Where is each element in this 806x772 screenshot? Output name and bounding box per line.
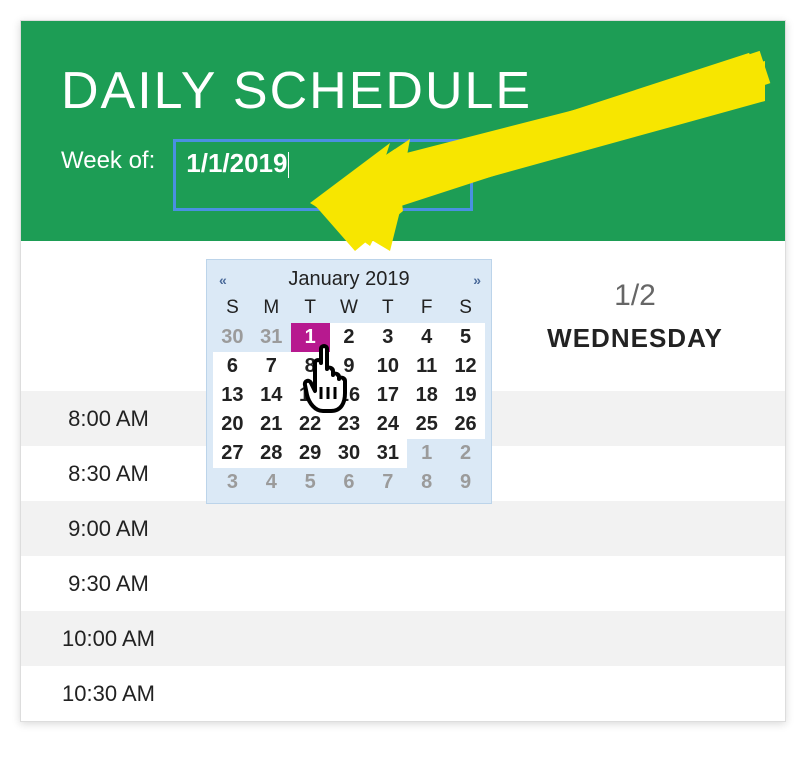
calendar-day-cell[interactable]: 26 [446, 410, 485, 439]
time-label: 8:00 AM [21, 406, 196, 432]
calendar-day-cell[interactable]: 27 [213, 439, 252, 468]
calendar-day-cell[interactable]: 9 [446, 468, 485, 497]
schedule-frame: DAILY SCHEDULE Week of: 1/1/2019 [20, 20, 786, 722]
calendar-day-cell[interactable]: 14 [252, 381, 291, 410]
time-label: 9:00 AM [21, 516, 196, 542]
time-cell[interactable] [485, 666, 785, 721]
calendar-day-cell[interactable]: 2 [330, 323, 369, 352]
right-column-header: 1/2 WEDNESDAY [485, 241, 785, 391]
time-column-header [21, 241, 196, 391]
calendar-day-cell[interactable]: 8 [291, 352, 330, 381]
calendar-day-cell[interactable]: 6 [213, 352, 252, 381]
column-date: 1/2 [485, 279, 785, 313]
calendar-day-cell[interactable]: 12 [446, 352, 485, 381]
calendar-dow-cell: T [368, 295, 407, 323]
date-picker-popup[interactable]: « January 2019 » SMTWTFS 303112345678910… [206, 259, 492, 504]
calendar-dow-cell: F [407, 295, 446, 323]
time-label: 8:30 AM [21, 461, 196, 487]
calendar-prev-button[interactable]: « [219, 272, 225, 288]
calendar-day-cell[interactable]: 11 [407, 352, 446, 381]
calendar-days-grid: 3031123456789101112131415161718192021222… [213, 323, 485, 497]
calendar-day-cell[interactable]: 24 [368, 410, 407, 439]
header: DAILY SCHEDULE Week of: 1/1/2019 [21, 21, 785, 241]
calendar-day-cell[interactable]: 22 [291, 410, 330, 439]
time-cell[interactable] [196, 501, 485, 556]
time-label: 9:30 AM [21, 571, 196, 597]
calendar-day-cell[interactable]: 10 [368, 352, 407, 381]
calendar-day-cell[interactable]: 30 [330, 439, 369, 468]
calendar-day-cell[interactable]: 19 [446, 381, 485, 410]
time-cell[interactable] [196, 556, 485, 611]
calendar-day-cell[interactable]: 2 [446, 439, 485, 468]
calendar-dow-cell: S [446, 295, 485, 323]
page-title: DAILY SCHEDULE [61, 61, 755, 121]
time-label: 10:00 AM [21, 626, 196, 652]
calendar-day-cell[interactable]: 30 [213, 323, 252, 352]
calendar-day-cell[interactable]: 16 [330, 381, 369, 410]
calendar-day-cell[interactable]: 7 [252, 352, 291, 381]
time-row: 10:30 AM [21, 666, 785, 721]
calendar-day-cell[interactable]: 31 [252, 323, 291, 352]
calendar-day-cell[interactable]: 1 [291, 323, 330, 352]
weekof-label: Week of: [61, 139, 155, 175]
calendar-dow-cell: M [252, 295, 291, 323]
calendar-day-cell[interactable]: 4 [252, 468, 291, 497]
time-row: 10:00 AM [21, 611, 785, 666]
calendar-day-cell[interactable]: 31 [368, 439, 407, 468]
calendar-day-cell[interactable]: 9 [330, 352, 369, 381]
calendar-dow-row: SMTWTFS [213, 295, 485, 323]
calendar-day-cell[interactable]: 21 [252, 410, 291, 439]
calendar-day-cell[interactable]: 7 [368, 468, 407, 497]
calendar-next-button[interactable]: » [473, 272, 479, 288]
time-cell[interactable] [485, 556, 785, 611]
calendar-day-cell[interactable]: 29 [291, 439, 330, 468]
time-cell[interactable] [485, 611, 785, 666]
calendar-day-cell[interactable]: 25 [407, 410, 446, 439]
time-row: 9:00 AM [21, 501, 785, 556]
calendar-day-cell[interactable]: 8 [407, 468, 446, 497]
time-row: 9:30 AM [21, 556, 785, 611]
column-day: WEDNESDAY [485, 323, 785, 354]
time-cell[interactable] [196, 666, 485, 721]
time-cell[interactable] [196, 611, 485, 666]
calendar-day-cell[interactable]: 15 [291, 381, 330, 410]
calendar-day-cell[interactable]: 4 [407, 323, 446, 352]
calendar-day-cell[interactable]: 23 [330, 410, 369, 439]
calendar-header: « January 2019 » [213, 266, 485, 295]
calendar-day-cell[interactable]: 20 [213, 410, 252, 439]
calendar-day-cell[interactable]: 18 [407, 381, 446, 410]
time-label: 10:30 AM [21, 681, 196, 707]
calendar-day-cell[interactable]: 1 [407, 439, 446, 468]
calendar-dow-cell: W [330, 295, 369, 323]
time-cell[interactable] [485, 391, 785, 446]
time-cell[interactable] [485, 501, 785, 556]
calendar-dow-cell: S [213, 295, 252, 323]
calendar-day-cell[interactable]: 3 [368, 323, 407, 352]
time-cell[interactable] [485, 446, 785, 501]
text-cursor [288, 152, 289, 178]
calendar-month-title: January 2019 [288, 268, 409, 291]
calendar-day-cell[interactable]: 28 [252, 439, 291, 468]
calendar-day-cell[interactable]: 13 [213, 381, 252, 410]
calendar-day-cell[interactable]: 5 [446, 323, 485, 352]
calendar-dow-cell: T [291, 295, 330, 323]
calendar-day-cell[interactable]: 17 [368, 381, 407, 410]
calendar-day-cell[interactable]: 6 [330, 468, 369, 497]
calendar-day-cell[interactable]: 5 [291, 468, 330, 497]
weekof-date-input[interactable]: 1/1/2019 [173, 139, 473, 211]
weekof-row: Week of: 1/1/2019 [61, 139, 755, 211]
calendar-day-cell[interactable]: 3 [213, 468, 252, 497]
weekof-date-value: 1/1/2019 [186, 148, 287, 178]
